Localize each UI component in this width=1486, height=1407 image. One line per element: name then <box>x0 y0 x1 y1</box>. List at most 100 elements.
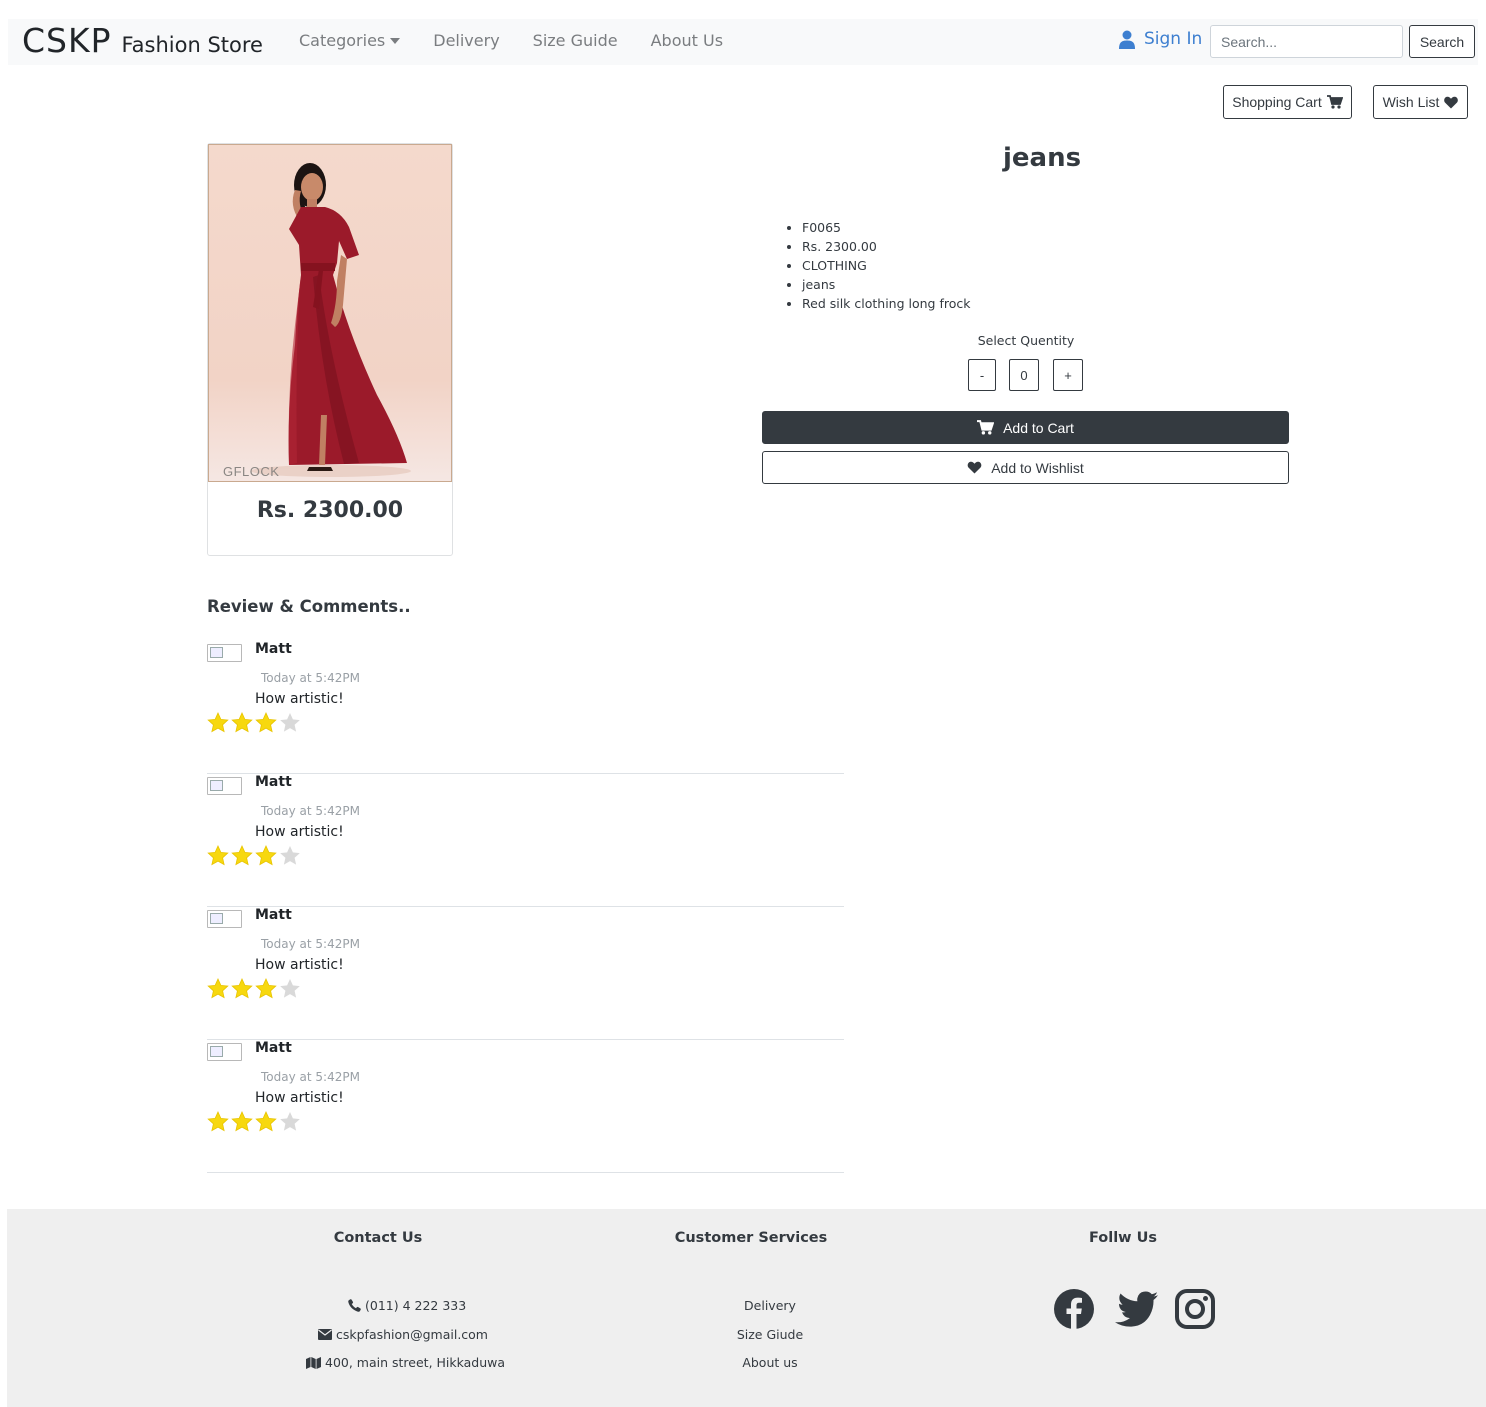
review-time: Today at 5:42PM <box>261 804 360 818</box>
facebook-icon[interactable] <box>1053 1288 1095 1330</box>
cart-icon <box>977 420 995 435</box>
star-filled-icon <box>207 712 229 733</box>
shopping-cart-button[interactable]: Shopping Cart <box>1223 85 1352 119</box>
customer-services-title: Customer Services <box>674 1230 828 1246</box>
footer-delivery-link[interactable]: Delivery <box>710 1298 830 1313</box>
review-time: Today at 5:42PM <box>261 1070 360 1084</box>
detail-price: Rs. 2300.00 <box>802 237 971 256</box>
star-filled-icon <box>207 845 229 866</box>
brand-main: CSKP <box>22 21 112 60</box>
nav-size-guide-link[interactable]: Size Guide <box>533 31 618 50</box>
add-to-cart-button[interactable]: Add to Cart <box>762 411 1289 444</box>
review-author: Matt <box>255 641 292 657</box>
email-text: cskpfashion@gmail.com <box>336 1327 488 1342</box>
review-rating <box>207 845 301 866</box>
star-filled-icon <box>231 978 253 999</box>
nav-about-us-link[interactable]: About Us <box>651 31 723 50</box>
review-text: How artistic! <box>255 691 344 707</box>
map-icon <box>306 1356 321 1369</box>
wish-list-label: Wish List <box>1382 94 1440 110</box>
nav-delivery-link[interactable]: Delivery <box>433 31 499 50</box>
footer-about-us-link[interactable]: About us <box>710 1355 830 1370</box>
review-author: Matt <box>255 1040 292 1056</box>
product-title: jeans <box>1003 143 1082 173</box>
star-filled-icon <box>255 845 277 866</box>
red-dress-model-illustration <box>251 163 411 477</box>
cart-icon <box>1326 95 1343 109</box>
footer: Contact Us Customer Services Follw Us (0… <box>7 1209 1486 1407</box>
contact-email[interactable]: cskpfashion@gmail.com <box>318 1327 488 1342</box>
card-price: Rs. 2300.00 <box>256 498 404 523</box>
product-image[interactable]: GFLOCK <box>208 144 452 482</box>
avatar <box>207 644 242 662</box>
star-filled-icon <box>255 978 277 999</box>
review-item: Matt Today at 5:42PM How artistic! <box>207 774 844 907</box>
quantity-increase-button[interactable]: + <box>1053 359 1083 391</box>
avatar <box>207 777 242 795</box>
phone-icon <box>348 1299 361 1312</box>
quantity-label: Select Quentity <box>977 333 1075 348</box>
twitter-icon[interactable] <box>1114 1291 1158 1327</box>
star-empty-icon <box>280 1112 300 1131</box>
review-text: How artistic! <box>255 1090 344 1106</box>
review-item: Matt Today at 5:42PM How artistic! <box>207 907 844 1040</box>
contact-address: 400, main street, Hikkaduwa <box>306 1355 505 1370</box>
search-input[interactable] <box>1210 25 1403 58</box>
nav-links: Categories Delivery Size Guide About Us <box>299 31 756 50</box>
review-rating <box>207 712 301 733</box>
review-author: Matt <box>255 907 292 923</box>
avatar <box>207 910 242 928</box>
review-item: Matt Today at 5:42PM How artistic! <box>207 1040 844 1173</box>
review-time: Today at 5:42PM <box>261 937 360 951</box>
star-filled-icon <box>207 978 229 999</box>
detail-category: CLOTHING <box>802 256 971 275</box>
sign-in-label: Sign In <box>1144 29 1203 49</box>
star-empty-icon <box>280 846 300 865</box>
caret-down-icon <box>390 37 401 44</box>
nav-categories-label: Categories <box>299 31 386 50</box>
nav-categories-dropdown[interactable]: Categories <box>299 31 401 50</box>
add-to-cart-label: Add to Cart <box>1003 419 1074 436</box>
detail-description: Red silk clothing long frock <box>802 294 971 313</box>
add-to-wishlist-label: Add to Wishlist <box>991 459 1084 476</box>
star-empty-icon <box>280 713 300 732</box>
user-icon <box>1119 30 1135 49</box>
follow-us-title: Follw Us <box>1088 1230 1158 1246</box>
star-filled-icon <box>255 712 277 733</box>
product-card: GFLOCK Rs. 2300.00 <box>207 143 453 556</box>
review-rating <box>207 1111 301 1132</box>
quantity-value[interactable]: 0 <box>1009 359 1039 391</box>
search-button[interactable]: Search <box>1409 25 1475 58</box>
image-watermark: GFLOCK <box>223 464 280 479</box>
star-filled-icon <box>255 1111 277 1132</box>
star-filled-icon <box>231 712 253 733</box>
navbar: CSKP Fashion Store Categories Delivery S… <box>8 19 1478 65</box>
envelope-icon <box>318 1329 332 1340</box>
review-item: Matt Today at 5:42PM How artistic! <box>207 641 844 774</box>
quantity-decrease-button[interactable]: - <box>968 359 996 391</box>
shopping-cart-label: Shopping Cart <box>1232 94 1322 110</box>
review-rating <box>207 978 301 999</box>
detail-name: jeans <box>802 275 971 294</box>
wish-list-button[interactable]: Wish List <box>1373 85 1468 119</box>
star-filled-icon <box>207 1111 229 1132</box>
add-to-wishlist-button[interactable]: Add to Wishlist <box>762 451 1289 484</box>
footer-size-guide-link[interactable]: Size Giude <box>710 1327 830 1342</box>
review-time: Today at 5:42PM <box>261 671 360 685</box>
heart-icon <box>1444 96 1459 108</box>
contact-phone[interactable]: (011) 4 222 333 <box>348 1298 466 1313</box>
address-text: 400, main street, Hikkaduwa <box>325 1355 506 1370</box>
review-text: How artistic! <box>255 824 344 840</box>
star-filled-icon <box>231 1111 253 1132</box>
star-empty-icon <box>280 979 300 998</box>
brand-logo[interactable]: CSKP Fashion Store <box>22 21 263 60</box>
contact-us-title: Contact Us <box>333 1230 423 1246</box>
instagram-icon[interactable] <box>1175 1289 1215 1329</box>
avatar <box>207 1043 242 1061</box>
detail-code: F0065 <box>802 218 971 237</box>
phone-text: (011) 4 222 333 <box>365 1298 467 1313</box>
product-details-list: F0065 Rs. 2300.00 CLOTHING jeans Red sil… <box>782 218 971 313</box>
review-text: How artistic! <box>255 957 344 973</box>
brand-sub: Fashion Store <box>121 33 263 57</box>
sign-in-link[interactable]: Sign In <box>1119 29 1202 49</box>
